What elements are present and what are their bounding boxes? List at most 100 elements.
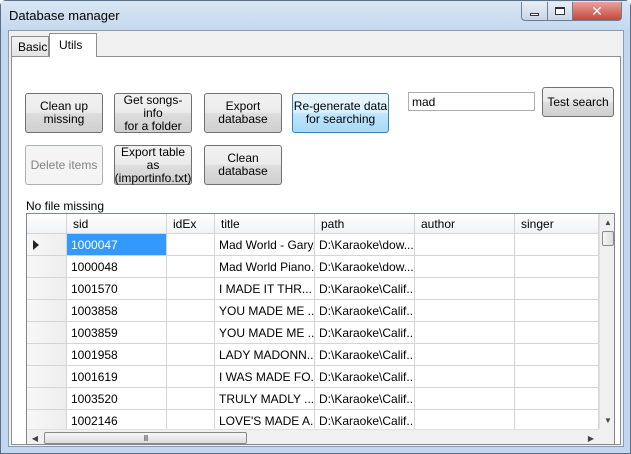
cell-singer[interactable] — [515, 234, 599, 256]
table-row[interactable]: 1001570 I MADE IT THR... D:\Karaoke\Calif.… — [27, 278, 599, 300]
cell-path[interactable]: D:\Karaoke\Calif... — [315, 300, 415, 322]
table-row[interactable]: 1000047 Mad World - Gary... D:\Karaoke\dow… — [27, 234, 599, 256]
cell-singer[interactable] — [515, 388, 599, 410]
cell-idex[interactable] — [167, 278, 215, 300]
cell-singer[interactable] — [515, 344, 599, 366]
export-table-button[interactable]: Export table as (importinfo.txt) — [114, 145, 192, 185]
clean-database-button[interactable]: Clean database — [204, 145, 282, 185]
cell-author[interactable] — [415, 388, 515, 410]
cell-title[interactable]: LADY MADONN... — [215, 344, 315, 366]
cell-singer[interactable] — [515, 300, 599, 322]
row-header[interactable] — [27, 322, 67, 344]
cell-singer[interactable] — [515, 366, 599, 388]
cell-singer[interactable] — [515, 322, 599, 344]
cell-singer[interactable] — [515, 278, 599, 300]
column-header-sid[interactable]: sid — [67, 214, 167, 234]
cell-idex[interactable] — [167, 322, 215, 344]
cell-author[interactable] — [415, 256, 515, 278]
cell-path[interactable]: D:\Karaoke\Calif... — [315, 278, 415, 300]
cell-path[interactable]: D:\Karaoke\Calif... — [315, 388, 415, 410]
cell-idex[interactable] — [167, 344, 215, 366]
table-row[interactable]: 1003859 YOU MADE ME ... D:\Karaoke\Calif..… — [27, 322, 599, 344]
row-header-corner[interactable] — [27, 214, 67, 234]
test-search-button[interactable]: Test search — [542, 87, 614, 117]
cell-sid[interactable]: 1000048 — [67, 256, 167, 278]
maximize-button[interactable] — [547, 2, 573, 21]
delete-items-button[interactable]: Delete items — [25, 145, 103, 185]
vertical-scrollbar[interactable]: ▲ ▼ — [599, 214, 614, 429]
cell-author[interactable] — [415, 410, 515, 429]
cell-idex[interactable] — [167, 366, 215, 388]
horizontal-scroll-thumb[interactable]: III — [44, 432, 247, 444]
column-header-path[interactable]: path — [315, 214, 415, 234]
cell-title[interactable]: LOVE'S MADE A... — [215, 410, 315, 429]
table-row[interactable]: 1001958 LADY MADONN... D:\Karaoke\Calif... — [27, 344, 599, 366]
cell-sid[interactable]: 1000047 — [67, 234, 167, 256]
scroll-right-arrow-icon[interactable]: ▶ — [583, 430, 599, 444]
cell-title[interactable]: TRULY MADLY ... — [215, 388, 315, 410]
cell-author[interactable] — [415, 234, 515, 256]
table-row[interactable]: 1003520 TRULY MADLY ... D:\Karaoke\Calif..… — [27, 388, 599, 410]
row-header[interactable] — [27, 410, 67, 429]
table-row[interactable]: 1000048 Mad World Piano... D:\Karaoke\dow.… — [27, 256, 599, 278]
cell-title[interactable]: I MADE IT THR... — [215, 278, 315, 300]
table-row[interactable]: 1001619 I WAS MADE FO... D:\Karaoke\Calif.… — [27, 366, 599, 388]
scroll-left-arrow-icon[interactable]: ◀ — [27, 430, 43, 444]
cell-sid[interactable]: 1001619 — [67, 366, 167, 388]
row-header[interactable] — [27, 234, 67, 256]
cell-path[interactable]: D:\Karaoke\Calif... — [315, 344, 415, 366]
row-header[interactable] — [27, 256, 67, 278]
title-bar[interactable]: Database manager ✕ — [1, 1, 630, 29]
cell-title[interactable]: Mad World - Gary... — [215, 234, 315, 256]
cell-idex[interactable] — [167, 256, 215, 278]
cell-sid[interactable]: 1003859 — [67, 322, 167, 344]
cell-author[interactable] — [415, 344, 515, 366]
cell-author[interactable] — [415, 366, 515, 388]
cell-idex[interactable] — [167, 300, 215, 322]
cell-path[interactable]: D:\Karaoke\Calif... — [315, 410, 415, 429]
column-header-singer[interactable]: singer — [515, 214, 599, 234]
get-songs-info-button[interactable]: Get songs-info for a folder — [114, 93, 192, 133]
cell-idex[interactable] — [167, 410, 215, 429]
cell-path[interactable]: D:\Karaoke\Calif... — [315, 366, 415, 388]
search-input[interactable] — [408, 92, 535, 111]
cell-sid[interactable]: 1001958 — [67, 344, 167, 366]
cell-path[interactable]: D:\Karaoke\dow... — [315, 256, 415, 278]
cell-sid[interactable]: 1003520 — [67, 388, 167, 410]
cell-title[interactable]: Mad World Piano... — [215, 256, 315, 278]
row-header[interactable] — [27, 388, 67, 410]
cell-author[interactable] — [415, 322, 515, 344]
cell-title[interactable]: YOU MADE ME ... — [215, 300, 315, 322]
regenerate-data-button[interactable]: Re-generate data for searching — [292, 93, 389, 133]
cell-title[interactable]: I WAS MADE FO... — [215, 366, 315, 388]
scroll-down-arrow-icon[interactable]: ▼ — [600, 412, 614, 428]
cell-author[interactable] — [415, 300, 515, 322]
scroll-up-arrow-icon[interactable]: ▲ — [600, 214, 614, 230]
clean-up-missing-button[interactable]: Clean up missing — [25, 93, 103, 133]
vertical-scroll-thumb[interactable] — [602, 231, 614, 246]
export-database-button[interactable]: Export database — [204, 93, 282, 133]
tab-utils[interactable]: Utils — [49, 33, 97, 57]
cell-idex[interactable] — [167, 388, 215, 410]
tab-basic[interactable]: Basic — [11, 36, 49, 56]
horizontal-scrollbar[interactable]: ◀ III ▶ — [27, 429, 599, 444]
cell-sid[interactable]: 1002146 — [67, 410, 167, 429]
cell-path[interactable]: D:\Karaoke\dow... — [315, 234, 415, 256]
songs-data-grid[interactable]: sid idEx title path author singer 1000047 Mad … — [26, 213, 615, 445]
row-header[interactable] — [27, 366, 67, 388]
cell-idex[interactable] — [167, 234, 215, 256]
cell-author[interactable] — [415, 278, 515, 300]
row-header[interactable] — [27, 344, 67, 366]
cell-sid[interactable]: 1003858 — [67, 300, 167, 322]
row-header[interactable] — [27, 278, 67, 300]
column-header-idex[interactable]: idEx — [167, 214, 215, 234]
table-row[interactable]: 1002146 LOVE'S MADE A... D:\Karaoke\Calif.… — [27, 410, 599, 429]
table-row[interactable]: 1003858 YOU MADE ME ... D:\Karaoke\Calif..… — [27, 300, 599, 322]
cell-title[interactable]: YOU MADE ME ... — [215, 322, 315, 344]
cell-path[interactable]: D:\Karaoke\Calif... — [315, 322, 415, 344]
cell-sid[interactable]: 1001570 — [67, 278, 167, 300]
cell-singer[interactable] — [515, 256, 599, 278]
close-button[interactable]: ✕ — [572, 2, 622, 21]
minimize-button[interactable] — [521, 2, 548, 21]
cell-singer[interactable] — [515, 410, 599, 429]
